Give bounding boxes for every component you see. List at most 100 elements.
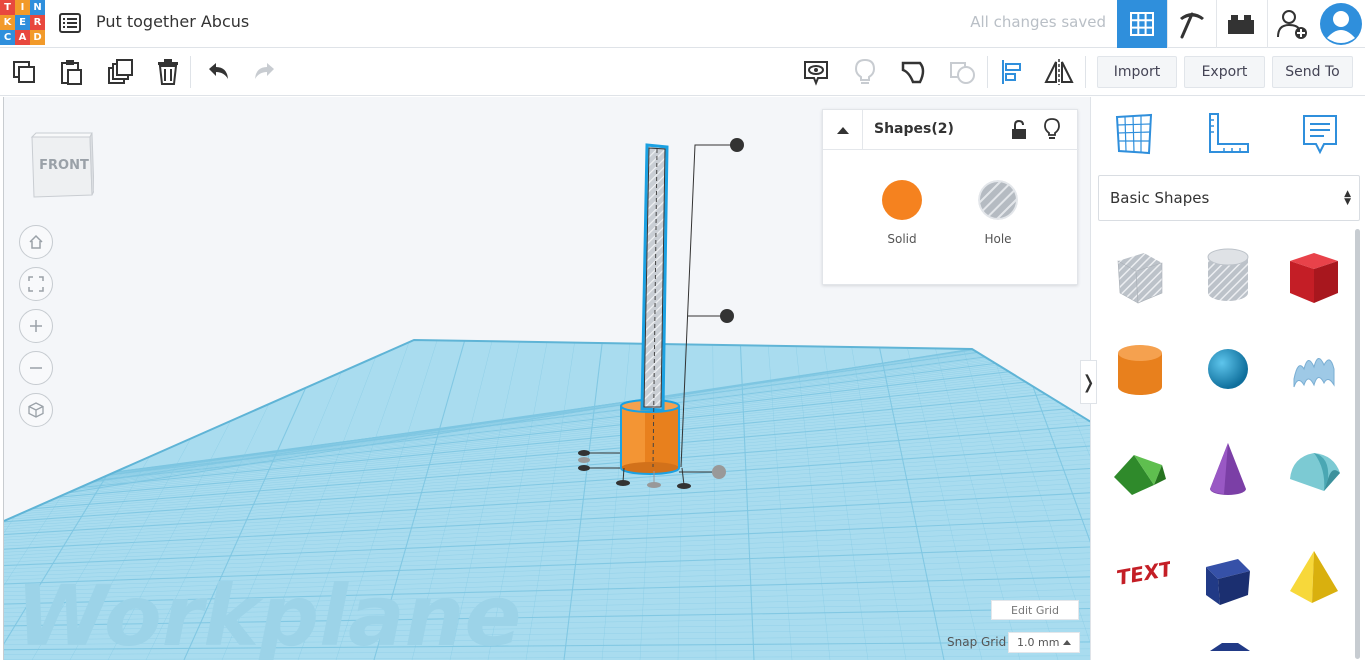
send-to-button[interactable]: Send To <box>1272 56 1353 88</box>
avatar-icon <box>1319 3 1362 45</box>
perspective-button[interactable] <box>19 393 53 427</box>
solid-label: Solid <box>887 232 917 246</box>
user-avatar-button[interactable] <box>1316 0 1365 48</box>
group-button[interactable] <box>898 56 930 88</box>
shape-cone[interactable] <box>1196 437 1260 501</box>
hint-button[interactable] <box>849 56 881 88</box>
toolbar-divider <box>987 56 988 88</box>
notes-tool-button[interactable] <box>800 56 832 88</box>
roof-icon <box>1114 455 1166 495</box>
home-view-button[interactable] <box>19 225 53 259</box>
bricks-view-button[interactable] <box>1216 0 1266 48</box>
visibility-button[interactable] <box>1042 117 1062 141</box>
tinkercad-app: TINKERCAD Put together Abcus All changes… <box>0 0 1365 660</box>
shape-partial[interactable] <box>1196 637 1260 660</box>
lock-button[interactable] <box>1009 119 1029 141</box>
workplane-watermark: Workplane <box>16 567 521 660</box>
zoom-in-button[interactable] <box>19 309 53 343</box>
scribble-icon <box>1293 358 1335 388</box>
shape-box[interactable] <box>1282 243 1346 307</box>
partial-shape-icon <box>1210 643 1250 651</box>
wedge-icon <box>1206 559 1250 605</box>
snap-grid-select[interactable]: 1.0 mm <box>1008 632 1080 653</box>
zoom-in-icon <box>30 320 42 332</box>
shape-text[interactable]: TEXT <box>1108 539 1172 603</box>
logo-letter: D <box>30 30 45 45</box>
copy-button[interactable] <box>8 56 40 88</box>
inspector-collapse-button[interactable] <box>823 110 863 150</box>
shape-round-roof[interactable] <box>1282 437 1346 501</box>
logo-letter: C <box>0 30 15 45</box>
inspector-title: Shapes(2) <box>874 121 954 137</box>
shapes-panel: Basic Shapes ▲ ▼ TEXT <box>1090 97 1365 660</box>
fit-view-button[interactable] <box>19 267 53 301</box>
text-shape-icon: TEXT <box>1115 556 1170 590</box>
align-button[interactable] <box>996 56 1028 88</box>
shape-category-value: Basic Shapes <box>1110 189 1210 207</box>
round-roof-icon <box>1290 453 1340 491</box>
chevron-right-icon: ❭ <box>1080 371 1097 393</box>
home-icon <box>29 234 43 249</box>
shape-sphere[interactable] <box>1196 337 1260 401</box>
ungroup-icon <box>950 62 975 84</box>
shapes-scrollbar[interactable] <box>1355 229 1360 659</box>
shape-cylinder[interactable] <box>1108 337 1172 401</box>
design-title[interactable]: Put together Abcus <box>96 12 249 31</box>
blocks-view-button[interactable] <box>1167 0 1217 48</box>
duplicate-button[interactable] <box>104 56 136 88</box>
logo-letter: R <box>30 15 45 30</box>
workplane-tab[interactable] <box>1111 111 1157 157</box>
tinkercad-logo[interactable]: TINKERCAD <box>0 0 45 45</box>
shape-roof[interactable] <box>1108 437 1172 501</box>
panel-collapse-toggle[interactable]: ❭ <box>1080 360 1097 404</box>
import-button[interactable]: Import <box>1097 56 1177 88</box>
inspector-header: Shapes(2) <box>823 110 1079 150</box>
zoom-out-button[interactable] <box>19 351 53 385</box>
select-arrows-icon: ▲ ▼ <box>1344 189 1351 207</box>
shape-cylinder-hole[interactable] <box>1196 243 1260 307</box>
logo-letter: I <box>15 0 30 15</box>
ungroup-button[interactable] <box>946 56 978 88</box>
shape-scribble[interactable] <box>1282 337 1346 401</box>
logo-letter: E <box>15 15 30 30</box>
logo-letter: K <box>0 15 15 30</box>
delete-button[interactable] <box>152 56 184 88</box>
orange-cylinder[interactable] <box>620 399 680 475</box>
cylinder-icon <box>1118 345 1162 395</box>
undo-icon <box>209 63 228 79</box>
invite-user-button[interactable] <box>1267 0 1317 48</box>
height-handle[interactable] <box>730 138 744 152</box>
save-status: All changes saved <box>970 13 1106 31</box>
elevation-handle[interactable] <box>720 309 734 323</box>
design-list-icon[interactable] <box>58 11 82 35</box>
workplane-icon <box>1115 113 1153 155</box>
undo-button[interactable] <box>202 56 234 88</box>
edit-toolbar: Import Export Send To <box>0 48 1365 96</box>
shape-category-select[interactable]: Basic Shapes ▲ ▼ <box>1098 175 1360 221</box>
duplicate-icon <box>108 59 133 84</box>
solid-swatch[interactable] <box>882 180 922 220</box>
hole-swatch[interactable] <box>978 180 1018 220</box>
snap-grid-label: Snap Grid <box>947 635 1007 649</box>
lightbulb-icon <box>1044 118 1060 139</box>
cylinder-hole-icon <box>1207 248 1249 301</box>
export-button[interactable]: Export <box>1184 56 1265 88</box>
shape-box-hole[interactable] <box>1108 243 1172 307</box>
redo-button[interactable] <box>249 56 281 88</box>
ruler-tab[interactable] <box>1205 111 1251 157</box>
notes-tab[interactable] <box>1297 111 1343 157</box>
box-hole-icon <box>1117 253 1163 304</box>
shape-wedge[interactable] <box>1196 547 1260 611</box>
mirror-button[interactable] <box>1043 56 1075 88</box>
shape-pyramid[interactable] <box>1282 545 1346 609</box>
logo-letter: A <box>15 30 30 45</box>
grid-view-icon <box>1130 12 1154 36</box>
paste-button[interactable] <box>55 56 87 88</box>
unlock-icon <box>1012 119 1026 139</box>
add-user-icon <box>1277 10 1307 39</box>
chevron-up-icon <box>836 127 849 134</box>
mirror-icon <box>1044 59 1074 85</box>
view-cube-front-label[interactable]: FRONT <box>34 158 94 173</box>
edit-grid-button[interactable]: Edit Grid <box>991 600 1079 620</box>
grid-view-button[interactable] <box>1117 0 1167 48</box>
